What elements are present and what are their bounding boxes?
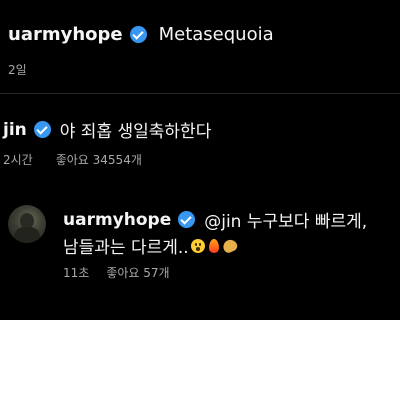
comment-thread-panel: uarmyhope Metasequoia 2일 jin 야 죄홉 생일축하한다… [0, 0, 400, 320]
verified-badge-icon [129, 26, 147, 43]
comment-time: 2시간 [3, 153, 33, 167]
divider [0, 93, 400, 94]
comment-text: 야 죄홉 생일축하한다 [59, 122, 212, 142]
reply-text-line1: @jin 누구보다 빠르게, [204, 212, 368, 232]
comment-meta-row: 2시간 좋아요 34554개 [3, 151, 142, 168]
reply-second-line: 남들과는 다르게.. [63, 233, 239, 258]
avatar[interactable] [8, 205, 46, 243]
reply-text-line2: 남들과는 다르게.. [63, 238, 189, 258]
clapping-hands-icon [220, 237, 239, 254]
astonished-face-icon [190, 238, 205, 253]
reply-time: 11초 [63, 266, 90, 280]
comment-likes-count[interactable]: 좋아요 34554개 [56, 151, 142, 168]
post-time: 2일 [8, 63, 27, 77]
post-author-username[interactable]: uarmyhope [8, 24, 123, 45]
reply-first-line: uarmyhope @jin 누구보다 빠르게, [63, 207, 368, 233]
fire-icon [208, 238, 219, 253]
post-meta-row: 2일 [8, 61, 27, 78]
reply-meta-row: 11초 좋아요 57개 [63, 264, 170, 281]
post-caption-text: Metasequoia [158, 24, 274, 45]
reply-likes-count[interactable]: 좋아요 57개 [106, 264, 169, 281]
verified-badge-icon [33, 121, 51, 138]
comment-row: jin 야 죄홉 생일축하한다 [3, 117, 212, 143]
post-caption-row: uarmyhope Metasequoia [8, 24, 274, 45]
comment-author-username[interactable]: jin [3, 120, 27, 140]
reply-author-username[interactable]: uarmyhope [63, 210, 171, 230]
verified-badge-icon [178, 211, 196, 228]
